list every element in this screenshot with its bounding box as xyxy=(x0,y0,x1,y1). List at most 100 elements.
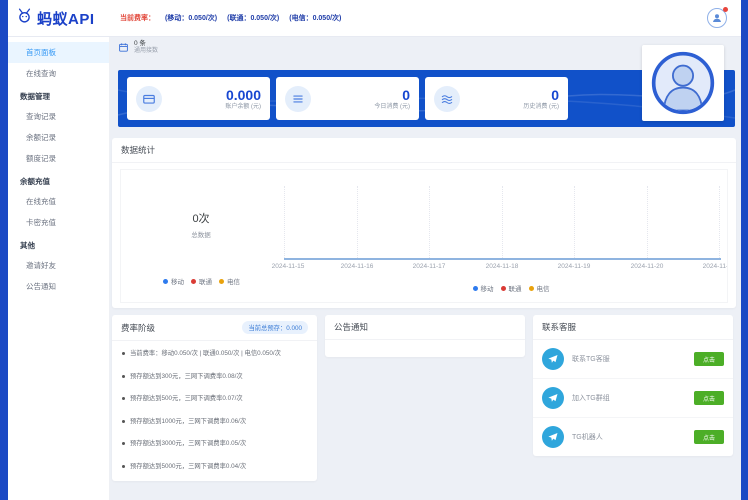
rate-tiers-panel: 费率阶级 当前总预存：0.000 当前费率：移动0.050/次 | 联通0.05… xyxy=(112,315,317,481)
telegram-icon xyxy=(542,387,564,409)
sidebar-section-recharge: 余额充值 xyxy=(8,169,109,191)
bullet-icon xyxy=(122,397,125,400)
bullet-icon xyxy=(122,352,125,355)
legend-dot-unicom xyxy=(501,286,506,291)
sidebar-item-card-recharge[interactable]: 卡密充值 xyxy=(8,212,109,233)
support-action-button[interactable]: 点击 xyxy=(694,352,724,366)
announcement-panel: 公告通知 xyxy=(325,315,525,357)
chart-gridline xyxy=(284,186,285,258)
summary-label: 通用接数 xyxy=(134,48,158,56)
sidebar-item-home[interactable]: 首页面板 xyxy=(8,42,109,63)
ant-logo-icon xyxy=(16,7,33,29)
rate-mobile: (移动：0.050/次) xyxy=(165,13,217,23)
chart-gridline xyxy=(574,186,575,258)
support-label: 联系TG客服 xyxy=(572,354,610,364)
support-label: TG机器人 xyxy=(572,432,603,442)
pie-legend: 移动 联通 电信 xyxy=(163,276,240,286)
support-panel: 联系客服 联系TG客服 点击 加入TG群组 点击 TG机器人 xyxy=(533,315,733,456)
sidebar-item-query-records[interactable]: 查询记录 xyxy=(8,106,109,127)
balance-label: 账户余额 (元) xyxy=(225,104,261,111)
telegram-icon xyxy=(542,348,564,370)
tier-item: 预存额达到1000元，三网下调费率0.06/次 xyxy=(122,418,309,426)
balance-value: 0.000 xyxy=(225,87,261,103)
history-spend-label: 历史消费 (元) xyxy=(523,104,559,111)
chart-zero-line xyxy=(284,258,721,260)
chart-gridline xyxy=(502,186,503,258)
legend-dot-unicom xyxy=(191,279,196,284)
sidebar-item-announcements[interactable]: 公告通知 xyxy=(8,276,109,297)
bullet-icon xyxy=(122,375,125,378)
legend-label: 电信 xyxy=(227,276,240,286)
tier-text: 预存额达到1000元，三网下调费率0.06/次 xyxy=(130,418,246,426)
sidebar-item-online-recharge[interactable]: 在线充值 xyxy=(8,191,109,212)
chart-gridline xyxy=(719,186,720,258)
user-icon xyxy=(711,12,723,24)
legend-item-telecom[interactable]: 电信 xyxy=(219,276,240,286)
summary-count: 0 条 xyxy=(134,40,158,48)
tier-text: 当前费率：移动0.050/次 | 联通0.050/次 | 电信0.050/次 xyxy=(130,350,281,358)
legend-item-telecom[interactable]: 电信 xyxy=(529,283,550,293)
tier-text: 预存额达到500元，三网下调费率0.07/次 xyxy=(130,395,243,403)
summary-row: 0 条 通用接数 xyxy=(118,40,158,56)
legend-label: 联通 xyxy=(509,283,522,293)
support-label: 加入TG群组 xyxy=(572,393,610,403)
credit-card-icon xyxy=(136,86,162,112)
x-tick: 2024-11-19 xyxy=(558,263,591,270)
tier-item: 预存额达到300元，三网下调费率0.08/次 xyxy=(122,373,309,381)
today-spend-value: 0 xyxy=(374,87,410,103)
legend-item-mobile[interactable]: 移动 xyxy=(473,283,494,293)
sidebar-item-invite[interactable]: 邀请好友 xyxy=(8,255,109,276)
brand-name: 蚂蚁API xyxy=(37,8,95,29)
sidebar-item-balance-records[interactable]: 余额记录 xyxy=(8,127,109,148)
support-header: 联系客服 xyxy=(533,315,733,340)
x-tick: 2024-11-20 xyxy=(631,263,664,270)
support-row-tg-group: 加入TG群组 点击 xyxy=(533,379,733,418)
bullet-icon xyxy=(122,465,125,468)
layers-icon xyxy=(434,86,460,112)
total-deposit-badge: 当前总预存：0.000 xyxy=(242,321,308,334)
data-statistics-header: 数据统计 xyxy=(112,138,736,163)
rate-tiers-title: 费率阶级 xyxy=(121,322,155,334)
bullet-icon xyxy=(122,420,125,423)
rate-tiers-list: 当前费率：移动0.050/次 | 联通0.050/次 | 电信0.050/次 预… xyxy=(112,341,317,470)
sidebar-nav: 首页面板 在线查询 数据管理 查询记录 余额记录 额度记录 余额充值 在线充值 … xyxy=(8,36,110,500)
data-statistics-title: 数据统计 xyxy=(121,144,155,156)
legend-item-unicom[interactable]: 联通 xyxy=(501,283,522,293)
line-legend: 移动 联通 电信 xyxy=(441,283,581,293)
sidebar-section-data: 数据管理 xyxy=(8,84,109,106)
support-action-button[interactable]: 点击 xyxy=(694,391,724,405)
legend-item-mobile[interactable]: 移动 xyxy=(163,276,184,286)
legend-item-unicom[interactable]: 联通 xyxy=(191,276,212,286)
sidebar-section-other: 其他 xyxy=(8,233,109,255)
top-header: 蚂蚁API 当前费率： (移动：0.050/次) (联通：0.050/次) (电… xyxy=(8,0,741,37)
user-avatar-button[interactable] xyxy=(707,8,727,28)
announcement-header: 公告通知 xyxy=(325,315,525,340)
calendar-icon xyxy=(118,42,129,53)
legend-label: 联通 xyxy=(199,276,212,286)
legend-dot-telecom xyxy=(529,286,534,291)
rate-tiers-header: 费率阶级 当前总预存：0.000 xyxy=(112,315,317,341)
x-tick: 2024-11-15 xyxy=(272,263,305,270)
main-content: 0 条 通用接数 0.000 账户余额 (元) xyxy=(110,36,741,500)
profile-avatar-card xyxy=(642,45,724,121)
x-tick: 2024-11-18 xyxy=(486,263,519,270)
x-tick: 2024-11-21 xyxy=(703,263,728,270)
support-row-tg-bot: TG机器人 点击 xyxy=(533,418,733,456)
tier-item: 当前费率：移动0.050/次 | 联通0.050/次 | 电信0.050/次 xyxy=(122,350,309,358)
sidebar-item-online-query[interactable]: 在线查询 xyxy=(8,63,109,84)
current-rates: 当前费率： (移动：0.050/次) (联通：0.050/次) (电信：0.05… xyxy=(120,13,341,23)
tier-text: 预存额达到3000元，三网下调费率0.05/次 xyxy=(130,440,246,448)
support-action-button[interactable]: 点击 xyxy=(694,430,724,444)
notification-dot xyxy=(723,7,728,12)
tier-text: 预存额达到5000元，三网下调费率0.04/次 xyxy=(130,463,246,471)
stat-card-balance: 0.000 账户余额 (元) xyxy=(127,77,270,120)
statistics-chart: 2024-11-15 2024-11-16 2024-11-17 2024-11… xyxy=(120,169,728,303)
tier-item: 预存额达到5000元，三网下调费率0.04/次 xyxy=(122,463,309,471)
x-tick: 2024-11-17 xyxy=(413,263,446,270)
rate-telecom: (电信：0.050/次) xyxy=(289,13,341,23)
legend-dot-mobile xyxy=(163,279,168,284)
brand-logo[interactable]: 蚂蚁API xyxy=(8,7,110,29)
support-title: 联系客服 xyxy=(542,321,576,333)
support-row-tg-service: 联系TG客服 点击 xyxy=(533,340,733,379)
sidebar-item-quota-records[interactable]: 额度记录 xyxy=(8,148,109,169)
